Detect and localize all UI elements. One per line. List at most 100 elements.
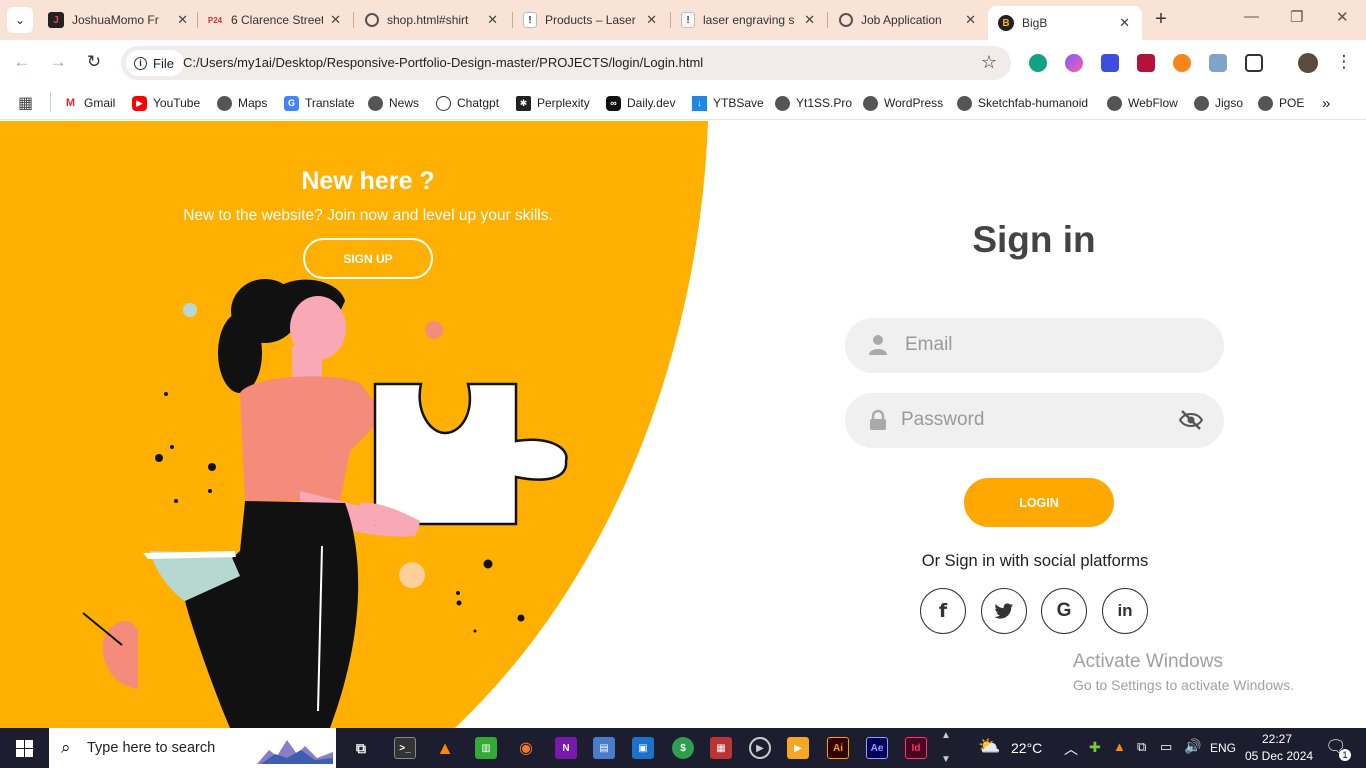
clock-date[interactable]: 05 Dec 2024 xyxy=(1245,749,1313,763)
google-button[interactable]: G xyxy=(1041,588,1087,634)
volume-icon[interactable]: 🔊 xyxy=(1184,738,1201,755)
facebook-icon: f xyxy=(938,600,948,622)
indesign-icon[interactable]: Id xyxy=(905,737,927,759)
illustrator-icon[interactable]: Ai xyxy=(827,737,849,759)
tab-laser-engraving[interactable]: ! laser engraving s ✕ xyxy=(681,6,815,34)
close-tab-icon[interactable]: ✕ xyxy=(646,12,657,28)
close-tab-icon[interactable]: ✕ xyxy=(804,12,815,28)
ai-extension-icon[interactable] xyxy=(1065,54,1083,72)
vlc-icon[interactable]: ▲ xyxy=(434,737,456,759)
tab-joshuamomo[interactable]: J JoshuaMomo Fr ✕ xyxy=(48,6,188,34)
scroll-up-icon[interactable]: ▲ xyxy=(941,730,951,741)
bookmark-ytbsave[interactable]: ↓ YTBSave xyxy=(692,93,764,113)
media-player-icon[interactable]: ▶ xyxy=(749,737,771,759)
restore-icon[interactable]: ❐ xyxy=(1290,8,1303,26)
meet-now-icon[interactable]: ⧉ xyxy=(1137,739,1146,755)
tab-bigb[interactable]: B BigB ✕ xyxy=(988,6,1142,40)
battery-icon[interactable]: ▭ xyxy=(1160,739,1172,755)
camera-extension-icon[interactable] xyxy=(1209,54,1227,72)
remote-desktop-icon[interactable]: ▣ xyxy=(632,737,654,759)
network-app-icon[interactable]: ▤ xyxy=(593,737,615,759)
close-tab-icon[interactable]: ✕ xyxy=(965,12,976,28)
spreadsheet-icon[interactable]: ▥ xyxy=(475,737,497,759)
wave-extension-icon[interactable] xyxy=(1101,54,1119,72)
task-view-icon[interactable]: ⧉ xyxy=(350,737,372,759)
close-tab-icon[interactable]: ✕ xyxy=(1119,15,1130,31)
bookmark-dailydev[interactable]: ∞ Daily.dev xyxy=(606,93,675,113)
twitter-button[interactable] xyxy=(981,588,1027,634)
bookmark-youtube[interactable]: ▶ YouTube xyxy=(132,93,200,113)
new-tab-button[interactable]: + xyxy=(1150,8,1172,31)
bookmark-gmail[interactable]: M Gmail xyxy=(63,93,115,113)
language-indicator[interactable]: ENG xyxy=(1210,741,1236,755)
windows-start-icon[interactable] xyxy=(16,740,33,757)
minimize-icon[interactable]: — xyxy=(1244,8,1259,25)
site-info-chip[interactable]: i File xyxy=(126,50,184,76)
bookmark-sketchfab[interactable]: Sketchfab-humanoid xyxy=(957,93,1088,113)
blender-icon[interactable]: ◉ xyxy=(515,737,537,759)
weather-icon[interactable]: ⛅ xyxy=(978,736,1000,757)
reload-icon[interactable]: ↻ xyxy=(83,52,105,72)
tab-shop[interactable]: shop.html#shirt ✕ xyxy=(365,6,498,34)
terminal-icon[interactable]: >_ xyxy=(394,737,416,759)
url-text[interactable]: C:/Users/my1ai/Desktop/Responsive-Portfo… xyxy=(183,55,703,70)
close-tab-icon[interactable]: ✕ xyxy=(330,12,341,28)
bookmark-news[interactable]: News xyxy=(368,93,419,113)
video-editor-icon[interactable]: ▶ xyxy=(787,737,809,759)
onenote-icon[interactable]: N xyxy=(555,737,577,759)
scroll-down-icon[interactable]: ▼ xyxy=(941,754,951,765)
doc-icon: ! xyxy=(681,12,695,28)
chatgpt-extension-icon[interactable] xyxy=(1029,54,1047,72)
profile-avatar[interactable] xyxy=(1298,53,1318,73)
extensions-puzzle-icon[interactable] xyxy=(1245,54,1263,72)
bookmark-chatgpt[interactable]: Chatgpt xyxy=(436,93,499,113)
password-input[interactable] xyxy=(901,405,1181,435)
apps-grid-icon[interactable]: ▦ xyxy=(18,93,33,113)
menu-dots-icon[interactable]: ⋮ xyxy=(1333,52,1355,72)
bookmark-jigso[interactable]: Jigso xyxy=(1194,93,1243,113)
property24-icon: P24 xyxy=(207,15,223,25)
social-signin-text: Or Sign in with social platforms xyxy=(921,552,1149,570)
login-button[interactable]: LOGIN xyxy=(964,478,1114,527)
activate-windows-subtitle: Go to Settings to activate Windows. xyxy=(1073,677,1294,693)
bookmark-wordpress[interactable]: WordPress xyxy=(863,93,943,113)
close-tab-icon[interactable]: ✕ xyxy=(177,12,188,28)
tab-search-button[interactable]: ⌄ xyxy=(7,7,33,33)
email-field[interactable] xyxy=(845,318,1224,373)
weather-temp[interactable]: 22°C xyxy=(1011,740,1042,756)
tray-app-icon[interactable]: ✚ xyxy=(1089,739,1101,756)
forward-icon[interactable]: → xyxy=(47,52,69,72)
eye-slash-icon[interactable] xyxy=(1178,409,1204,431)
bookmark-yt1sspro[interactable]: Yt1SS.Pro xyxy=(775,93,852,113)
bookmark-poe[interactable]: POE xyxy=(1258,93,1304,113)
bookmark-maps[interactable]: Maps xyxy=(217,93,267,113)
globe-icon xyxy=(775,95,790,111)
tab-products-laser[interactable]: ! Products – Laser ✕ xyxy=(523,6,657,34)
bookmark-perplexity[interactable]: ✱ Perplexity xyxy=(516,93,590,113)
close-window-icon[interactable]: ✕ xyxy=(1336,8,1349,26)
tab-clarence-street[interactable]: P24 6 Clarence Street ✕ xyxy=(207,6,341,34)
dailydev-icon: ∞ xyxy=(606,95,621,111)
password-field[interactable] xyxy=(845,393,1224,448)
sign-up-button[interactable]: SIGN UP xyxy=(303,238,433,279)
email-input[interactable] xyxy=(905,330,1185,360)
after-effects-icon[interactable]: Ae xyxy=(866,737,888,759)
back-icon[interactable]: ← xyxy=(11,52,33,72)
taskbar-search[interactable]: ⌕ Type here to search xyxy=(49,728,336,768)
bookmark-translate[interactable]: G Translate xyxy=(284,93,355,113)
close-tab-icon[interactable]: ✕ xyxy=(487,12,498,28)
metamask-icon[interactable] xyxy=(1173,54,1191,72)
more-bookmarks-icon[interactable]: » xyxy=(1322,93,1330,113)
vlc-tray-icon[interactable]: ▲ xyxy=(1113,739,1126,754)
linkedin-button[interactable]: in xyxy=(1102,588,1148,634)
shield-extension-icon[interactable] xyxy=(1137,54,1155,72)
clock-time[interactable]: 22:27 xyxy=(1262,732,1292,746)
bookmark-webflow[interactable]: WebFlow xyxy=(1107,93,1178,113)
facebook-button[interactable]: f xyxy=(920,588,966,634)
bookmark-star-icon[interactable]: ☆ xyxy=(981,52,997,73)
archive-app-icon[interactable]: ▦ xyxy=(710,737,732,759)
finance-app-icon[interactable]: $ xyxy=(672,737,694,759)
tab-job-application[interactable]: Job Application ✕ xyxy=(839,6,976,34)
show-hidden-icons[interactable]: ︿ xyxy=(1064,739,1078,759)
address-bar[interactable]: i File C:/Users/my1ai/Desktop/Responsive… xyxy=(121,46,1011,80)
